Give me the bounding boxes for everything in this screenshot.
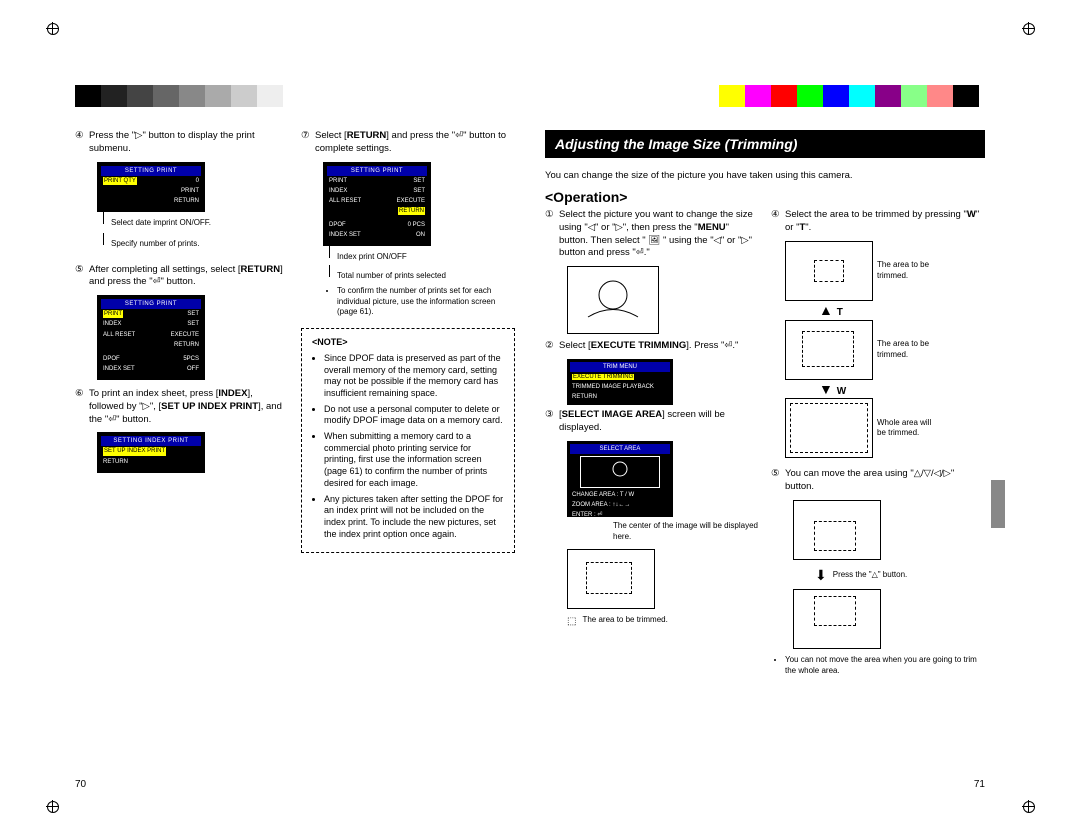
trim-preview-t [785, 241, 873, 301]
step-6: ⑥ To print an index sheet, press [INDEX]… [75, 388, 289, 426]
crop-mark-br [1018, 796, 1038, 816]
trim-preview-mid [785, 320, 873, 380]
swatch [927, 85, 953, 107]
note-title: <NOTE> [312, 337, 348, 347]
lcd-trim-menu: TRIM MENU EXECUTE TRIMMING TRIMMED IMAGE… [567, 359, 673, 405]
arrow-down-big-icon: ⬇ [815, 566, 827, 585]
callout-confirm-prints: To confirm the number of prints set for … [337, 286, 515, 318]
colorbar-left [75, 85, 309, 107]
swatch [979, 85, 1005, 107]
lcd-screen-settings-7: SETTING PRINT PRINTSET INDEXSET ALL RESE… [323, 162, 431, 247]
lcd-select-area: SELECT AREA CHANGE AREA : T / W ZOOM ARE… [567, 441, 673, 517]
swatch [771, 85, 797, 107]
swatch [101, 85, 127, 107]
note-box: <NOTE> Since DPOF data is preserved as p… [301, 328, 515, 553]
lcd-screen-print-qty: SETTING PRINT PRINT QTY0 PRINT RETURN [97, 162, 205, 212]
swatch [179, 85, 205, 107]
page71-col-left: ① Select the picture you want to change … [545, 209, 759, 681]
step-7: ⑦ Select [RETURN] and press the "⏎" butt… [301, 130, 515, 156]
swatch [823, 85, 849, 107]
swatch [875, 85, 901, 107]
intro-text: You can change the size of the picture y… [545, 170, 985, 181]
trim-move-before [793, 500, 881, 560]
page-71: Adjusting the Image Size (Trimming) You … [545, 130, 985, 790]
swatch [75, 85, 101, 107]
lcd-screen-index-print: SETTING INDEX PRINT SET UP INDEX PRINT R… [97, 432, 205, 472]
note-item: Do not use a personal computer to delete… [324, 404, 504, 427]
page-number-71: 71 [974, 779, 985, 790]
callout-center-image: The center of the image will be displaye… [613, 521, 759, 543]
note-item: Since DPOF data is preserved as part of … [324, 353, 504, 400]
arrow-down-icon: ▼ W [819, 380, 985, 399]
note-cannot-move: You can not move the area when you are g… [785, 655, 985, 677]
swatch [953, 85, 979, 107]
colorbar-right [719, 85, 1005, 107]
callout-index-onoff: Index print ON/OFF [329, 252, 515, 263]
cartoon-icon [568, 267, 658, 333]
step-5: ⑤ After completing all settings, select … [75, 264, 289, 290]
illustration-trim-area [567, 549, 655, 609]
callout-total-prints: Total number of prints selected [329, 271, 515, 282]
swatch [231, 85, 257, 107]
page-number-70: 70 [75, 779, 86, 790]
operation-heading: <Operation> [545, 189, 985, 205]
page-70: ④ Press the "▷" button to display the pr… [75, 130, 515, 790]
op-step-2: ② Select [EXECUTE TRIMMING]. Press "⏎." [545, 340, 759, 353]
op-step-5: ⑤ You can move the area using "△/▽/◁/▷" … [771, 468, 985, 494]
page70-col-right: ⑦ Select [RETURN] and press the "⏎" butt… [301, 130, 515, 553]
swatch [205, 85, 231, 107]
callout-num-prints: Specify number of prints. [103, 239, 289, 250]
callout-date-imprint: Select date imprint ON/OFF. [103, 218, 289, 229]
crop-mark-tl [42, 18, 62, 38]
swatch [257, 85, 283, 107]
note-item: When submitting a memory card to a comme… [324, 431, 504, 489]
thumb-tab [991, 480, 1005, 528]
swatch [849, 85, 875, 107]
page70-col-left: ④ Press the "▷" button to display the pr… [75, 130, 289, 553]
callout-area-trimmed: The area to be trimmed. [582, 615, 667, 629]
trim-move-after [793, 589, 881, 649]
trim-preview-w [785, 398, 873, 458]
swatch [283, 85, 309, 107]
swatch [745, 85, 771, 107]
preview-icon [581, 457, 659, 485]
crop-mark-tr [1018, 18, 1038, 38]
swatch [719, 85, 745, 107]
arrow-up-icon: ▲ T [819, 301, 985, 320]
op-step-4: ④ Select the area to be trimmed by press… [771, 209, 985, 235]
page71-col-right: ④ Select the area to be trimmed by press… [771, 209, 985, 681]
swatch [153, 85, 179, 107]
op-step-3: ③ [SELECT IMAGE AREA] screen will be dis… [545, 409, 759, 435]
note-list: Since DPOF data is preserved as part of … [312, 353, 504, 540]
note-item: Any pictures taken after setting the DPO… [324, 494, 504, 541]
crop-mark-bl [42, 796, 62, 816]
op-step-1: ① Select the picture you want to change … [545, 209, 759, 260]
section-header: Adjusting the Image Size (Trimming) [545, 130, 985, 158]
swatch [797, 85, 823, 107]
dashed-box-icon: ⬚ [567, 615, 576, 629]
lcd-screen-settings-5: SETTING PRINT PRINTSET INDEXSET ALL RESE… [97, 295, 205, 380]
step-4: ④ Press the "▷" button to display the pr… [75, 130, 289, 156]
illustration-picture [567, 266, 659, 334]
swatch [901, 85, 927, 107]
swatch [127, 85, 153, 107]
